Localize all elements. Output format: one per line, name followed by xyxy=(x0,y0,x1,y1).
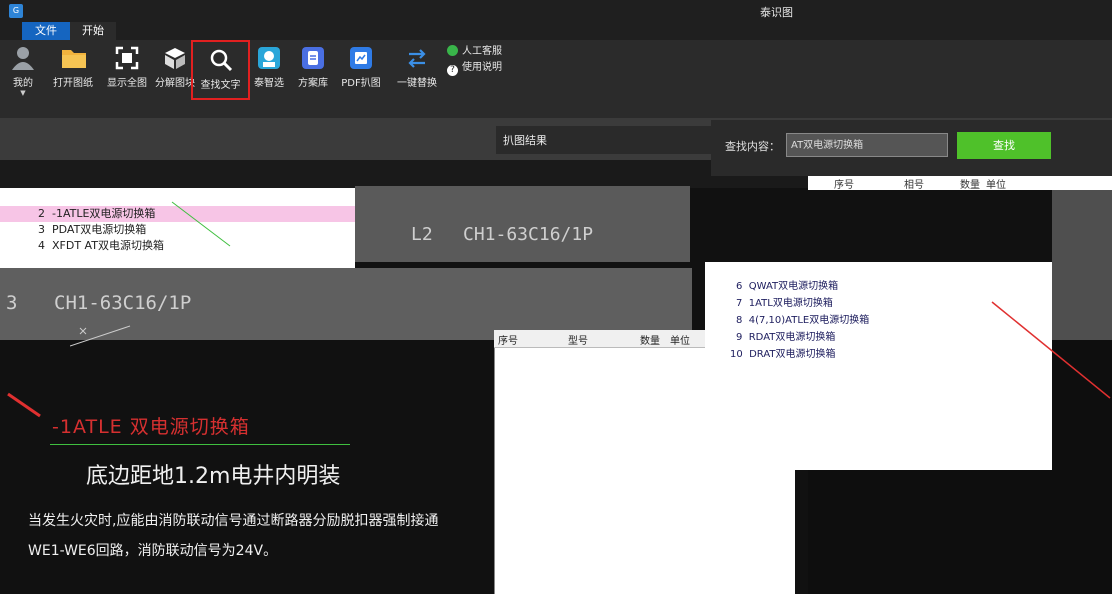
popup-title: 扒图结果 xyxy=(503,134,547,147)
tab-start[interactable]: 开始 xyxy=(70,22,116,40)
col-model: 型号 xyxy=(568,336,588,347)
search-button[interactable]: 查找 xyxy=(957,132,1051,159)
pdf-icon xyxy=(349,46,373,70)
chevron-down-icon: ▼ xyxy=(20,89,26,97)
help-label: 使用说明 xyxy=(462,62,502,73)
customer-service-label: 人工客服 xyxy=(462,46,502,57)
col-phase: 相号 xyxy=(904,180,924,191)
list-item-text: PDAT双电源切换箱 xyxy=(52,223,147,236)
one-click-replace-label: 一键替换 xyxy=(397,78,437,89)
cube-icon xyxy=(163,46,187,70)
cad-breaker-label: CH1-63C16/1P xyxy=(463,224,594,245)
menu-bar: 文件 开始 xyxy=(0,22,1112,40)
annotation-arrow-left xyxy=(7,392,41,418)
one-click-replace-button[interactable]: 一键替换 xyxy=(394,44,440,104)
cad-wire xyxy=(70,325,131,347)
pdf-extract-label: PDF扒图 xyxy=(341,78,381,89)
cad-phase-label-2: 3 xyxy=(6,292,18,314)
list-item-num: 10 xyxy=(730,349,743,360)
open-drawing-label: 打开图纸 xyxy=(53,78,93,89)
list-item-num: 2 xyxy=(38,207,45,220)
cad-breaker-label-2: CH1-63C16/1P xyxy=(54,292,192,314)
fullscreen-icon xyxy=(115,46,139,70)
cad-fire-note-2: WE1-WE6回路，消防联动信号为24V。 xyxy=(28,543,278,559)
list-item-num: 8 xyxy=(736,315,743,326)
annotation-arrow xyxy=(171,201,231,247)
list-item-text: RDAT双电源切换箱 xyxy=(748,332,836,343)
user-icon xyxy=(11,46,35,70)
ribbon-toolbar: 我的 ▼ 打开图纸 显示全图 分解图块 查找文字 泰智选 方案库 PDF扒图 一… xyxy=(0,40,1112,118)
help-icon: ? xyxy=(447,65,458,76)
my-label: 我的 xyxy=(13,78,33,89)
support-links: 人工客服 ? 使用说明 xyxy=(447,44,502,76)
window-title: 泰识图 xyxy=(760,6,793,19)
list-item-text: XFDT AT双电源切换箱 xyxy=(52,239,164,252)
smart-select-label: 泰智选 xyxy=(254,78,284,89)
library-icon xyxy=(301,46,325,70)
cad-underline xyxy=(50,444,350,445)
find-text-button[interactable]: 查找文字 xyxy=(191,40,250,100)
show-all-button[interactable]: 显示全图 xyxy=(104,44,150,104)
scheme-library-label: 方案库 xyxy=(298,78,328,89)
swap-icon xyxy=(405,46,429,70)
annotation-arrow-right xyxy=(991,301,1111,399)
list-item-num: 3 xyxy=(38,223,45,236)
list-item-text: 1ATL双电源切换箱 xyxy=(748,298,833,309)
list-item-text: QWAT双电源切换箱 xyxy=(748,281,839,292)
cad-grey-area: L2 CH1-63C16/1P xyxy=(355,186,690,262)
app-icon: G xyxy=(9,4,23,18)
title-bar xyxy=(0,0,1112,22)
col-index: 序号 xyxy=(834,180,854,191)
list-item-num: 4 xyxy=(38,239,45,252)
search-icon xyxy=(209,48,233,72)
col-qty: 数量 xyxy=(960,180,980,191)
list-item-num: 7 xyxy=(736,298,743,309)
my-button[interactable]: 我的 ▼ xyxy=(6,44,40,104)
pdf-extract-button[interactable]: PDF扒图 xyxy=(338,44,384,104)
list-item[interactable]: 6 QWAT双电源切换箱 xyxy=(705,278,1052,295)
folder-icon xyxy=(61,46,86,70)
robot-icon xyxy=(257,46,281,70)
list-item-text: DRAT双电源切换箱 xyxy=(749,349,836,360)
col-unit: 单位 xyxy=(986,180,1006,191)
scheme-library-button[interactable]: 方案库 xyxy=(294,44,332,104)
col-index: 序号 xyxy=(498,336,518,347)
tab-file[interactable]: 文件 xyxy=(22,22,70,40)
cad-main-note: 底边距地1.2m电井内明装 xyxy=(86,464,341,489)
cad-red-title: -1ATLE 双电源切换箱 xyxy=(52,416,250,438)
list-item-text: -1ATLE双电源切换箱 xyxy=(52,207,156,220)
list-item-text: 4(7,10)ATLE双电源切换箱 xyxy=(748,315,870,326)
cad-fire-note-1: 当发生火灾时,应能由消防联动信号通过断路器分励脱扣器强制接通 xyxy=(28,513,439,529)
chat-icon xyxy=(447,45,458,56)
find-text-label: 查找文字 xyxy=(200,80,241,91)
search-label: 查找内容： xyxy=(725,140,780,153)
cad-phase-label: L2 xyxy=(411,224,433,245)
col-qty: 数量 xyxy=(640,336,660,347)
list-item-num: 9 xyxy=(736,332,743,343)
list-item-num: 6 xyxy=(736,281,743,292)
open-drawing-button[interactable]: 打开图纸 xyxy=(48,44,98,104)
show-all-label: 显示全图 xyxy=(107,78,147,89)
result-header: 序号 相号 数量 单位 xyxy=(808,176,1112,191)
col-unit: 单位 xyxy=(670,336,690,347)
customer-service-link[interactable]: 人工客服 xyxy=(447,44,502,60)
help-link[interactable]: ? 使用说明 xyxy=(447,60,502,76)
smart-select-button[interactable]: 泰智选 xyxy=(250,44,288,104)
search-input[interactable]: AT双电源切换箱 xyxy=(786,133,948,157)
